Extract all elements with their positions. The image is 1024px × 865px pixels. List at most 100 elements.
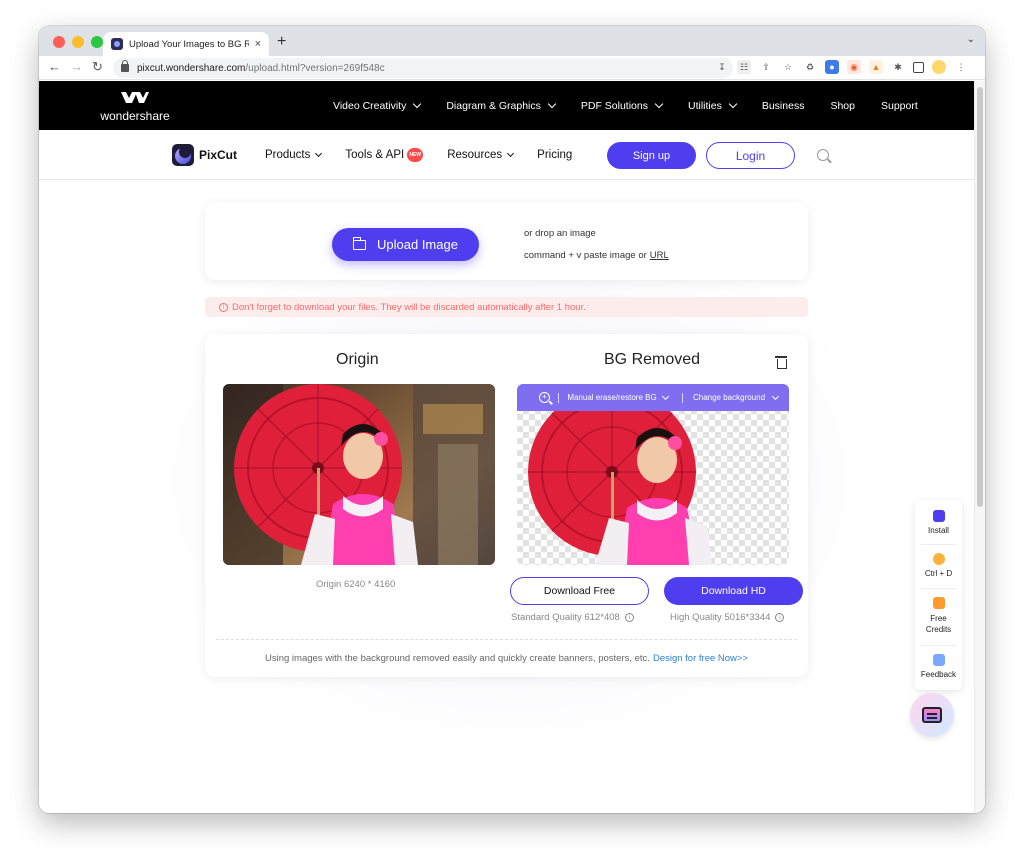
- folder-icon: [352, 236, 367, 250]
- sign-up-button[interactable]: Sign up: [607, 142, 696, 169]
- origin-image: [223, 384, 495, 565]
- upload-image-button[interactable]: Upload Image: [332, 228, 479, 261]
- share-icon[interactable]: ⇧: [759, 60, 773, 74]
- nav-support[interactable]: Support: [881, 100, 918, 112]
- metamask-fox-icon[interactable]: ▲: [869, 60, 883, 74]
- nav-diagram-graphics[interactable]: Diagram & Graphics: [446, 99, 557, 112]
- nav-business[interactable]: Business: [762, 100, 805, 112]
- page-scrollbar[interactable]: [974, 81, 985, 813]
- edit-toolbar: + Manual erase/restore BG Change backgro…: [517, 384, 789, 411]
- nav-pdf-solutions[interactable]: PDF Solutions: [581, 99, 664, 112]
- browser-window: Upload Your Images to BG Rem × + ⌄ ← → ↻…: [39, 26, 985, 813]
- star-badge-icon: [932, 553, 945, 565]
- pixcut-brand[interactable]: PixCut: [199, 148, 237, 162]
- toolbar-separator: [558, 392, 559, 403]
- warning-text: Don't forget to download your files. The…: [232, 301, 586, 313]
- browser-menu-icon[interactable]: ⋮: [954, 60, 968, 74]
- side-separator: [921, 645, 956, 646]
- puzzle-extensions-icon[interactable]: ✱: [891, 60, 905, 74]
- forward-arrow-icon[interactable]: →: [70, 59, 83, 74]
- origin-title: Origin: [336, 351, 379, 368]
- free-credits-item[interactable]: Free Credits: [915, 597, 962, 635]
- minimize-window-button[interactable]: [72, 36, 84, 48]
- nav-resources[interactable]: Resources: [447, 149, 515, 161]
- gift-icon: [932, 597, 945, 609]
- chevron-down-icon: [507, 149, 515, 157]
- side-separator: [921, 544, 956, 545]
- tab-search-chevron-icon[interactable]: ⌄: [967, 34, 975, 45]
- translate-icon[interactable]: ☷: [737, 60, 751, 74]
- chevron-down-icon[interactable]: [771, 392, 780, 400]
- design-for-free-link[interactable]: Design for free Now>>: [653, 653, 748, 664]
- login-button[interactable]: Login: [706, 142, 795, 169]
- reload-icon[interactable]: ↻: [92, 59, 103, 75]
- nav-video-creativity[interactable]: Video Creativity: [333, 99, 422, 112]
- main-content: Upload Image or drop an image command + …: [39, 181, 974, 813]
- bookmark-item[interactable]: Ctrl + D: [915, 553, 962, 578]
- trash-icon[interactable]: [775, 354, 787, 369]
- search-icon[interactable]: [817, 149, 829, 161]
- install-app-icon[interactable]: ↧: [715, 60, 729, 74]
- side-panel-icon[interactable]: [913, 61, 924, 73]
- feedback-item[interactable]: Feedback: [915, 654, 962, 679]
- download-free-button[interactable]: Download Free: [510, 577, 649, 605]
- wondershare-top-nav: wondershare Video Creativity Diagram & G…: [39, 81, 974, 130]
- bg-removed-image: + Manual erase/restore BG Change backgro…: [517, 384, 789, 565]
- paste-hint: command + v paste image or URL: [524, 250, 669, 261]
- dashed-divider: [216, 639, 797, 640]
- scrollbar-thumb[interactable]: [977, 87, 983, 507]
- nav-products[interactable]: Products: [265, 149, 323, 161]
- donut-extension-icon[interactable]: ◉: [847, 60, 861, 74]
- profile-avatar-icon[interactable]: [932, 60, 946, 74]
- url-link[interactable]: URL: [650, 250, 669, 261]
- pixcut-nav: PixCut Products Tools & API NEW Resources…: [39, 130, 974, 180]
- warning-info-icon: !: [219, 302, 228, 312]
- toolbar-separator: [682, 392, 683, 403]
- chevron-down-icon[interactable]: [661, 392, 670, 400]
- chat-icon: [922, 707, 942, 723]
- pixcut-favicon-icon: [111, 38, 123, 50]
- bg-removed-photo-graphic: [528, 388, 712, 565]
- close-window-button[interactable]: [53, 36, 65, 48]
- nav-pricing[interactable]: Pricing: [537, 149, 572, 161]
- address-bar[interactable]: pixcut.wondershare.com/upload.html?versi…: [113, 58, 733, 78]
- browser-toolbar: ← → ↻ pixcut.wondershare.com/upload.html…: [39, 56, 985, 80]
- high-quality-label: High Quality 5016*3344 i: [670, 612, 785, 623]
- pixcut-menu: Products Tools & API NEW Resources Pricin…: [265, 130, 596, 180]
- chevron-down-icon: [547, 99, 557, 108]
- close-tab-icon[interactable]: ×: [255, 38, 261, 50]
- info-icon[interactable]: i: [775, 613, 785, 622]
- pixcut-logo-icon[interactable]: [172, 144, 194, 166]
- download-hd-button[interactable]: Download HD: [664, 577, 803, 605]
- nav-utilities[interactable]: Utilities: [688, 99, 738, 112]
- chat-support-button[interactable]: [910, 693, 954, 737]
- translate-extension-icon[interactable]: ●: [825, 60, 839, 74]
- recycle-extension-icon[interactable]: ♻: [803, 60, 817, 74]
- feedback-edit-icon: [932, 654, 945, 666]
- origin-photo-graphic: [223, 384, 495, 565]
- wondershare-logo[interactable]: wondershare: [97, 90, 173, 123]
- nav-shop[interactable]: Shop: [830, 100, 855, 112]
- upload-card: Upload Image or drop an image command + …: [205, 202, 808, 280]
- install-item[interactable]: Install: [915, 510, 962, 535]
- url-text: pixcut.wondershare.com/upload.html?versi…: [137, 62, 385, 74]
- info-icon[interactable]: i: [624, 613, 634, 622]
- back-arrow-icon[interactable]: ←: [48, 59, 61, 74]
- install-monitor-icon: [932, 510, 945, 522]
- standard-quality-label: Standard Quality 612*408 i: [511, 612, 634, 623]
- maximize-window-button[interactable]: [91, 36, 103, 48]
- side-tools-panel: Install Ctrl + D Free Credits Feedback: [915, 500, 962, 690]
- browser-tab[interactable]: Upload Your Images to BG Rem ×: [103, 32, 269, 56]
- change-background-dropdown[interactable]: Change background: [691, 392, 767, 403]
- discard-warning: ! Don't forget to download your files. T…: [205, 297, 808, 317]
- nav-tools-api[interactable]: Tools & API NEW: [345, 148, 424, 162]
- new-tab-button[interactable]: +: [277, 33, 286, 51]
- zoom-in-icon[interactable]: +: [539, 392, 550, 403]
- wondershare-mark-icon: [121, 92, 149, 103]
- bookmark-star-icon[interactable]: ☆: [781, 60, 795, 74]
- lock-icon: [121, 60, 129, 72]
- manual-erase-restore-dropdown[interactable]: Manual erase/restore BG: [567, 392, 657, 403]
- chevron-down-icon: [654, 99, 664, 108]
- side-separator: [921, 588, 956, 589]
- drop-hint: or drop an image: [524, 228, 596, 239]
